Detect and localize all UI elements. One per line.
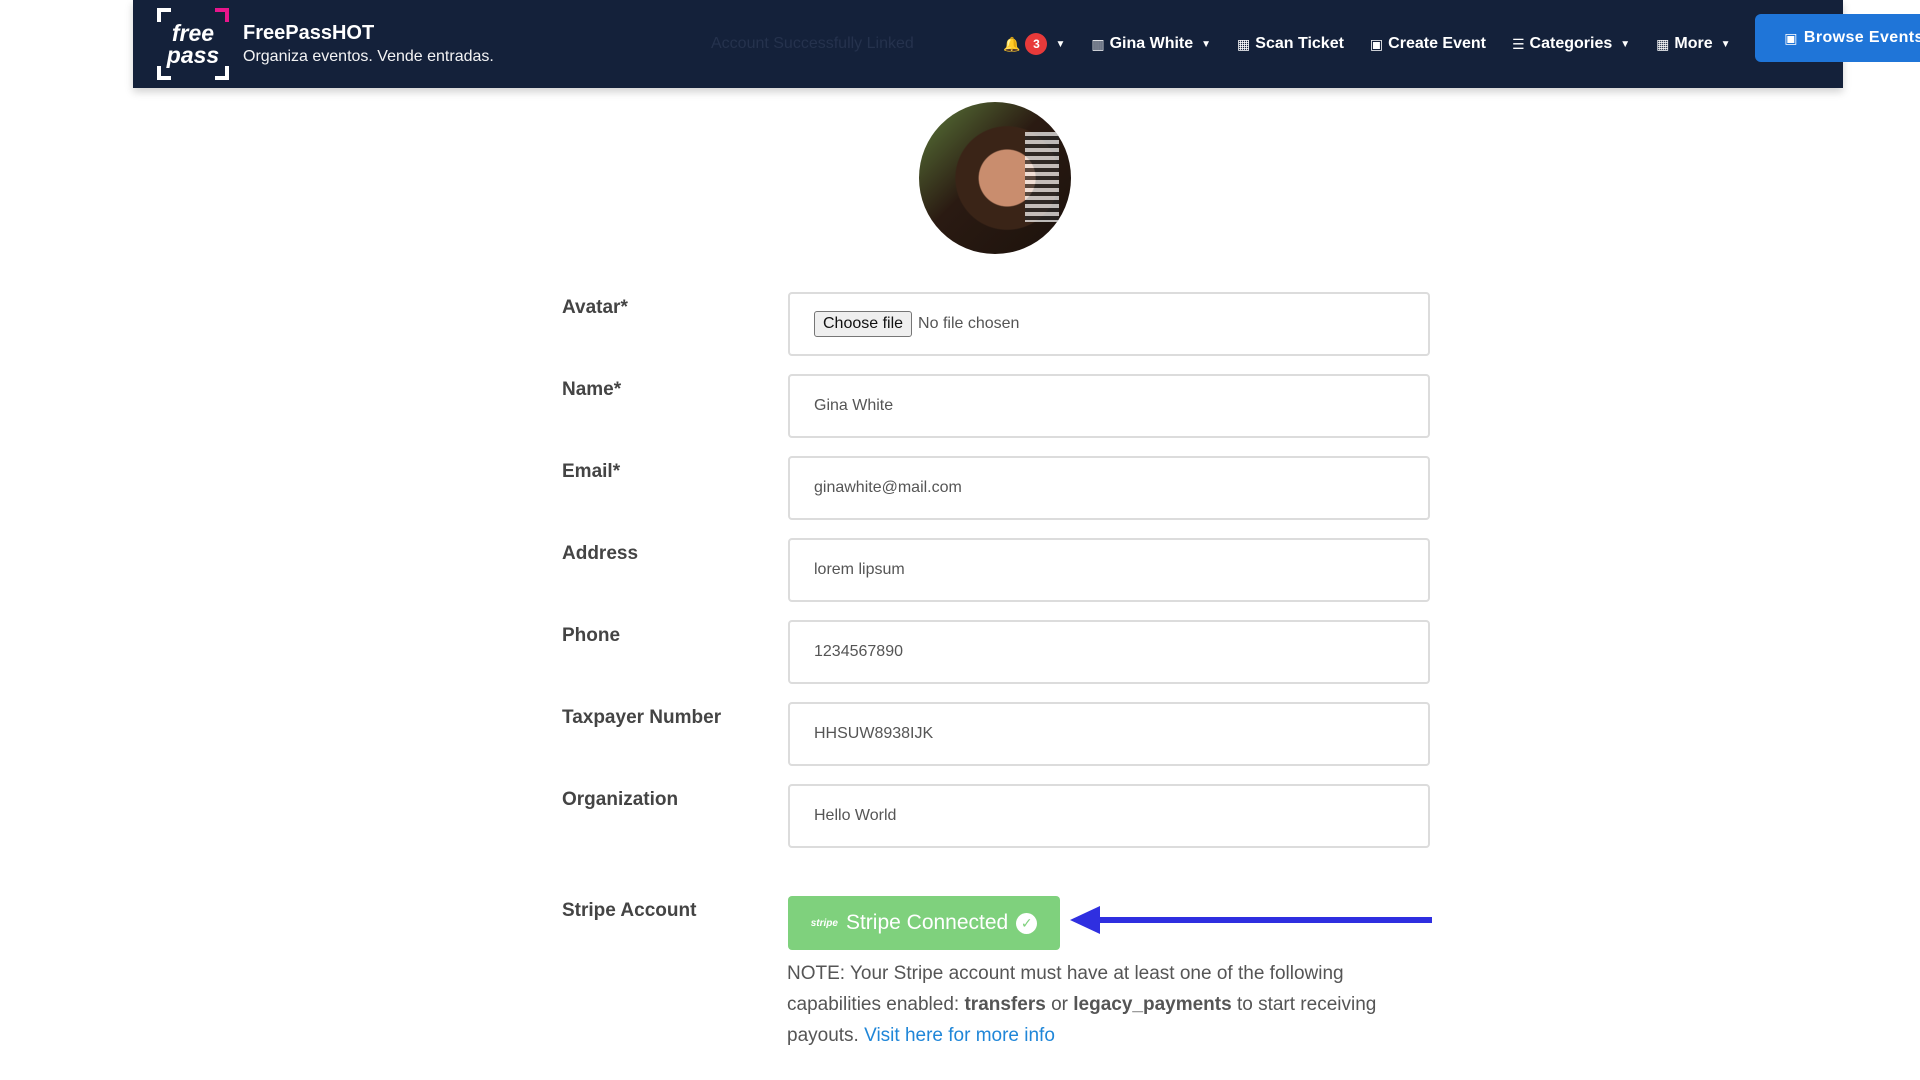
avatar-file-field: Choose file No file chosen (788, 292, 1430, 356)
more-label: More (1674, 35, 1713, 52)
profile-avatar (919, 102, 1071, 254)
brand[interactable]: free pass FreePassHOT Organiza eventos. … (157, 8, 494, 80)
calendar-icon: ▣ (1784, 29, 1798, 46)
taxpayer-label: Taxpayer Number (562, 707, 722, 728)
grid-icon: ▦ (1656, 35, 1670, 52)
logo-text-free: free (171, 20, 215, 46)
email-field-box (788, 456, 1430, 520)
taxpayer-input[interactable] (814, 725, 1428, 743)
brand-name: FreePassHOT (243, 22, 375, 44)
phone-label: Phone (562, 625, 621, 646)
phone-field-box (788, 620, 1430, 684)
scan-ticket-label: Scan Ticket (1255, 35, 1344, 52)
nav-items: 🔔 3 ▼ ▥ Gina White ▼ ▦ Scan Ticket ▣ Cre… (1003, 0, 1731, 88)
caret-down-icon: ▼ (1720, 38, 1731, 50)
caret-down-icon: ▼ (1201, 38, 1212, 50)
address-field-box (788, 538, 1430, 602)
logo-corner (157, 8, 171, 22)
stripe-connected-button[interactable]: stripe Stripe Connected ✓ (788, 896, 1060, 950)
note-capability-legacy: legacy_payments (1073, 994, 1232, 1015)
logo-corner (157, 66, 171, 80)
address-label: Address (562, 543, 639, 564)
note-or: or (1045, 994, 1074, 1015)
notifications-dropdown[interactable]: 🔔 3 ▼ (1003, 33, 1065, 55)
annotation-arrow-line (1082, 917, 1432, 923)
more-info-link[interactable]: Visit here for more info (864, 1025, 1055, 1046)
logo-corner (215, 66, 229, 80)
user-building-icon: ▥ (1091, 35, 1105, 52)
name-label: Name* (562, 379, 622, 400)
qr-icon: ▦ (1237, 35, 1251, 52)
address-input[interactable] (814, 561, 1428, 579)
check-circle-icon: ✓ (1016, 912, 1038, 934)
caret-down-icon: ▼ (1055, 38, 1066, 50)
avatar-background-detail (1025, 132, 1059, 222)
user-menu-dropdown[interactable]: ▥ Gina White ▼ (1091, 35, 1211, 53)
user-name: Gina White (1109, 35, 1194, 52)
bell-icon: 🔔 (1003, 35, 1021, 52)
faded-notice-text: Account Successfully Linked (711, 35, 914, 52)
stripe-connected-label: Stripe Connected (845, 911, 1009, 934)
taxpayer-field-box (788, 702, 1430, 766)
browse-events-button[interactable]: ▣ Browse Events (1755, 14, 1920, 62)
scan-ticket-link[interactable]: ▦ Scan Ticket (1237, 35, 1344, 53)
email-input[interactable] (814, 479, 1428, 497)
file-status: No file chosen (918, 315, 1020, 332)
note-capability-transfers: transfers (964, 994, 1046, 1015)
categories-label: Categories (1529, 35, 1613, 52)
organization-label: Organization (562, 789, 679, 810)
notification-badge: 3 (1025, 33, 1048, 55)
list-icon: ☰ (1511, 35, 1525, 52)
organization-field-box (788, 784, 1430, 848)
email-label: Email* (562, 461, 621, 482)
freepass-logo: free pass (157, 8, 229, 80)
stripe-logo: stripe (810, 917, 838, 929)
stripe-account-label: Stripe Account (562, 900, 697, 921)
logo-text-pass: pass (166, 42, 220, 68)
caret-down-icon: ▼ (1620, 38, 1631, 50)
name-field-box (788, 374, 1430, 438)
name-input[interactable] (814, 397, 1428, 415)
phone-input[interactable] (814, 643, 1428, 661)
categories-dropdown[interactable]: ☰ Categories ▼ (1512, 35, 1630, 53)
avatar-label: Avatar* (562, 297, 628, 318)
logo-corner (215, 8, 229, 22)
top-navbar: free pass FreePassHOT Organiza eventos. … (133, 0, 1920, 88)
choose-file-button[interactable]: Choose file (814, 311, 913, 337)
more-dropdown[interactable]: ▦ More ▼ (1656, 35, 1730, 53)
create-event-label: Create Event (1388, 35, 1486, 52)
create-event-link[interactable]: ▣ Create Event (1370, 35, 1486, 53)
stripe-note: NOTE: Your Stripe account must have at l… (787, 958, 1437, 1051)
calendar-plus-icon: ▣ (1369, 35, 1384, 52)
brand-text: FreePassHOT Organiza eventos. Vende entr… (243, 20, 494, 68)
brand-tagline: Organiza eventos. Vende entradas. (243, 48, 494, 65)
organization-input[interactable] (814, 807, 1428, 825)
browse-events-label: Browse Events (1803, 29, 1920, 46)
